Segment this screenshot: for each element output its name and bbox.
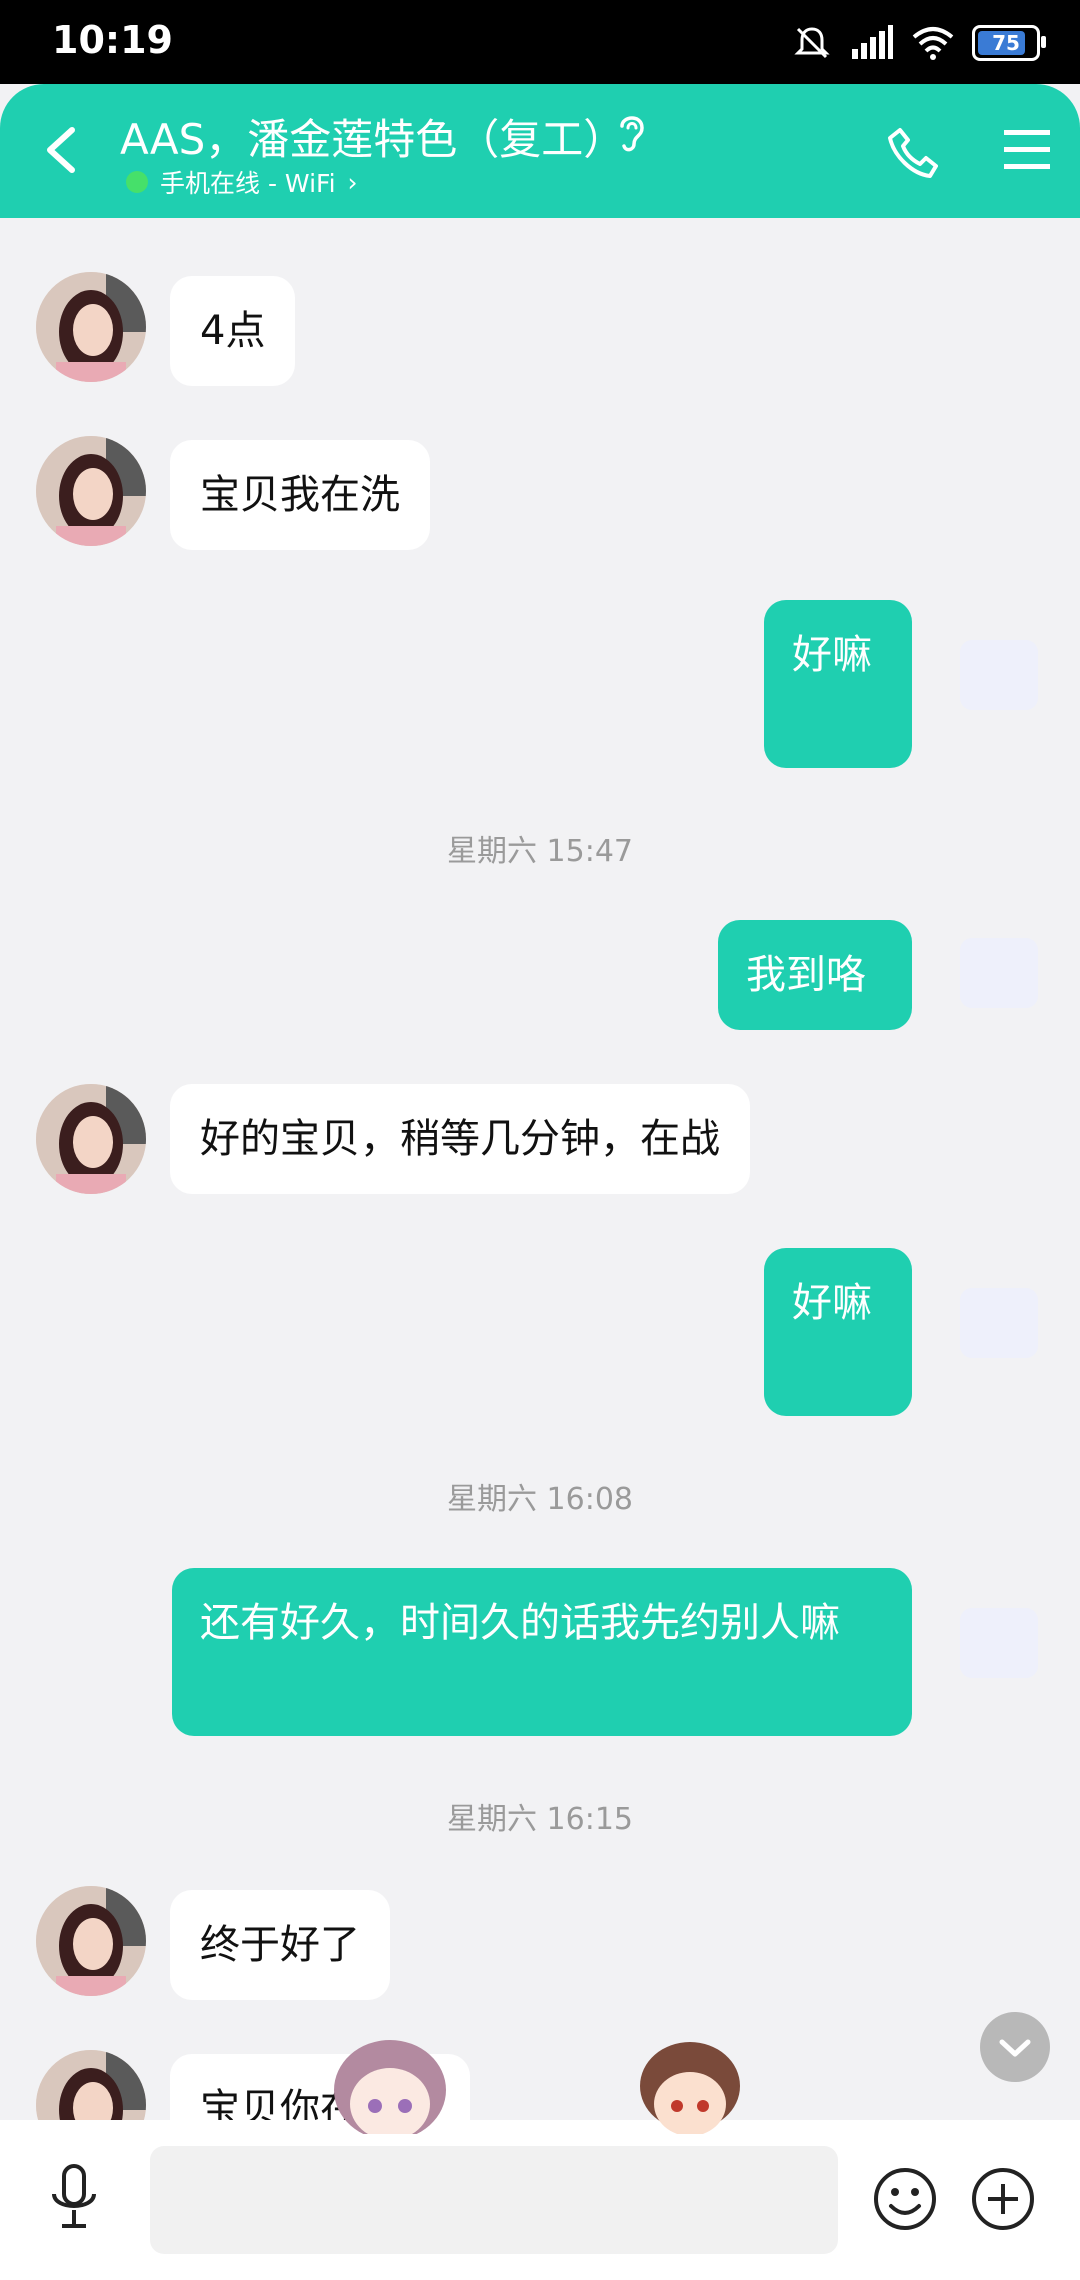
online-status-text: 手机在线 - WiFi <box>160 169 336 198</box>
read-receipt-icon <box>960 1608 1038 1678</box>
sticker-character-icon[interactable] <box>320 2040 460 2146</box>
phone-icon[interactable] <box>886 124 938 180</box>
message-bubble-incoming[interactable]: 终于好了 <box>170 1890 390 2000</box>
scroll-to-bottom-button[interactable] <box>980 2012 1050 2082</box>
message-bubble-incoming[interactable]: 宝贝我在洗 <box>170 440 430 550</box>
chevron-down-icon <box>999 2039 1031 2057</box>
sticker-character-icon[interactable] <box>620 2040 760 2146</box>
plus-icon[interactable] <box>970 2166 1036 2232</box>
avatar[interactable] <box>36 436 146 546</box>
timestamp: 星期六 16:08 <box>447 1482 633 1517</box>
battery-level: 75 <box>992 31 1020 55</box>
status-time: 10:19 <box>52 18 173 62</box>
read-receipt-icon <box>960 1288 1038 1358</box>
status-icons: 75 <box>792 22 1046 64</box>
read-receipt-icon <box>960 938 1038 1008</box>
signal-icon <box>852 25 893 59</box>
chat-title: AAS，潘金莲特色（复工） <box>120 115 626 164</box>
online-dot-icon <box>126 171 148 193</box>
timestamp: 星期六 15:47 <box>447 834 633 869</box>
read-receipt-icon <box>960 640 1038 710</box>
message-bubble-outgoing[interactable]: 好嘛 <box>764 1248 912 1416</box>
chat-header: AAS，潘金莲特色（复工） 手机在线 - WiFi › <box>0 84 1080 218</box>
online-status[interactable]: 手机在线 - WiFi › <box>126 164 358 200</box>
microphone-icon[interactable] <box>44 2162 104 2234</box>
menu-icon[interactable] <box>1002 126 1052 174</box>
wifi-icon <box>912 27 954 60</box>
back-arrow-icon[interactable] <box>38 122 86 178</box>
timestamp: 星期六 16:15 <box>447 1802 633 1837</box>
message-bubble-incoming[interactable]: 4点 <box>170 276 296 386</box>
emoji-icon[interactable] <box>872 2166 938 2232</box>
avatar[interactable] <box>36 1886 146 1996</box>
avatar[interactable] <box>36 272 146 382</box>
battery-icon: 75 <box>972 25 1046 61</box>
mute-bell-icon <box>794 27 830 59</box>
status-bar: 10:19 75 <box>0 0 1080 84</box>
message-bubble-outgoing[interactable]: 还有好久，时间久的话我先约别人嘛 <box>172 1568 912 1736</box>
message-bubble-incoming[interactable]: 好的宝贝，稍等几分钟，在战 <box>170 1084 750 1194</box>
avatar[interactable] <box>36 1084 146 1194</box>
input-bar <box>0 2120 1080 2280</box>
chevron-right-icon: › <box>347 167 358 197</box>
message-input[interactable] <box>150 2146 838 2254</box>
message-bubble-outgoing[interactable]: 好嘛 <box>764 600 912 768</box>
message-bubble-outgoing[interactable]: 我到咯 <box>718 920 912 1030</box>
ear-icon[interactable] <box>614 110 650 156</box>
